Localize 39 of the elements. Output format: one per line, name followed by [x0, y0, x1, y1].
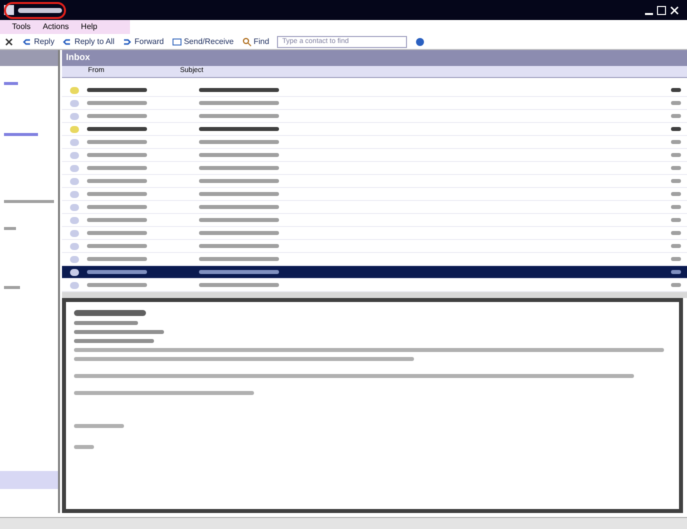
blurred-title	[18, 8, 62, 12]
help-icon[interactable]	[415, 36, 426, 46]
close-icon	[4, 36, 14, 46]
maximize-icon[interactable]	[657, 6, 666, 14]
blurred-sender	[87, 231, 147, 235]
toolbar-button[interactable]: Find	[242, 36, 270, 48]
blurred-sender	[87, 257, 147, 261]
horizontal-scrollbar[interactable]	[0, 517, 687, 529]
blurred-sender	[87, 218, 147, 222]
blurred-sender	[87, 153, 147, 157]
reply-icon	[22, 36, 32, 46]
message-row[interactable]	[62, 266, 687, 279]
menu-item[interactable]: Help	[80, 21, 98, 33]
toolbar-button[interactable]: Reply to All	[62, 36, 114, 48]
blurred-sender	[87, 127, 147, 131]
close-button[interactable]	[4, 36, 14, 46]
toolbar-button[interactable]: Forward	[122, 36, 164, 48]
blurred-sender	[87, 179, 147, 183]
blurred-sender	[87, 205, 147, 209]
menu-item[interactable]: Tools	[12, 21, 31, 33]
blurred-heading	[74, 310, 146, 316]
message-row[interactable]	[62, 123, 687, 136]
blurred-sender	[87, 283, 147, 287]
blurred-sender	[87, 244, 147, 248]
folder-title: Inbox	[62, 50, 687, 66]
reply-icon	[62, 36, 72, 46]
blurred-sender	[87, 192, 147, 196]
blurred-sender	[87, 166, 147, 170]
toolbar-button[interactable]: Send/Receive	[172, 36, 234, 48]
toolbar-button[interactable]: Reply	[22, 36, 54, 48]
search-icon	[242, 36, 252, 46]
blurred-sender	[87, 88, 147, 92]
menu-item[interactable]: Actions	[42, 21, 69, 33]
blurred-sender	[87, 114, 147, 118]
close-icon[interactable]	[670, 6, 679, 14]
message-row[interactable]	[62, 84, 687, 97]
blurred-sender	[87, 140, 147, 144]
blurred-sender	[87, 101, 147, 105]
blurred-sender	[87, 270, 147, 274]
